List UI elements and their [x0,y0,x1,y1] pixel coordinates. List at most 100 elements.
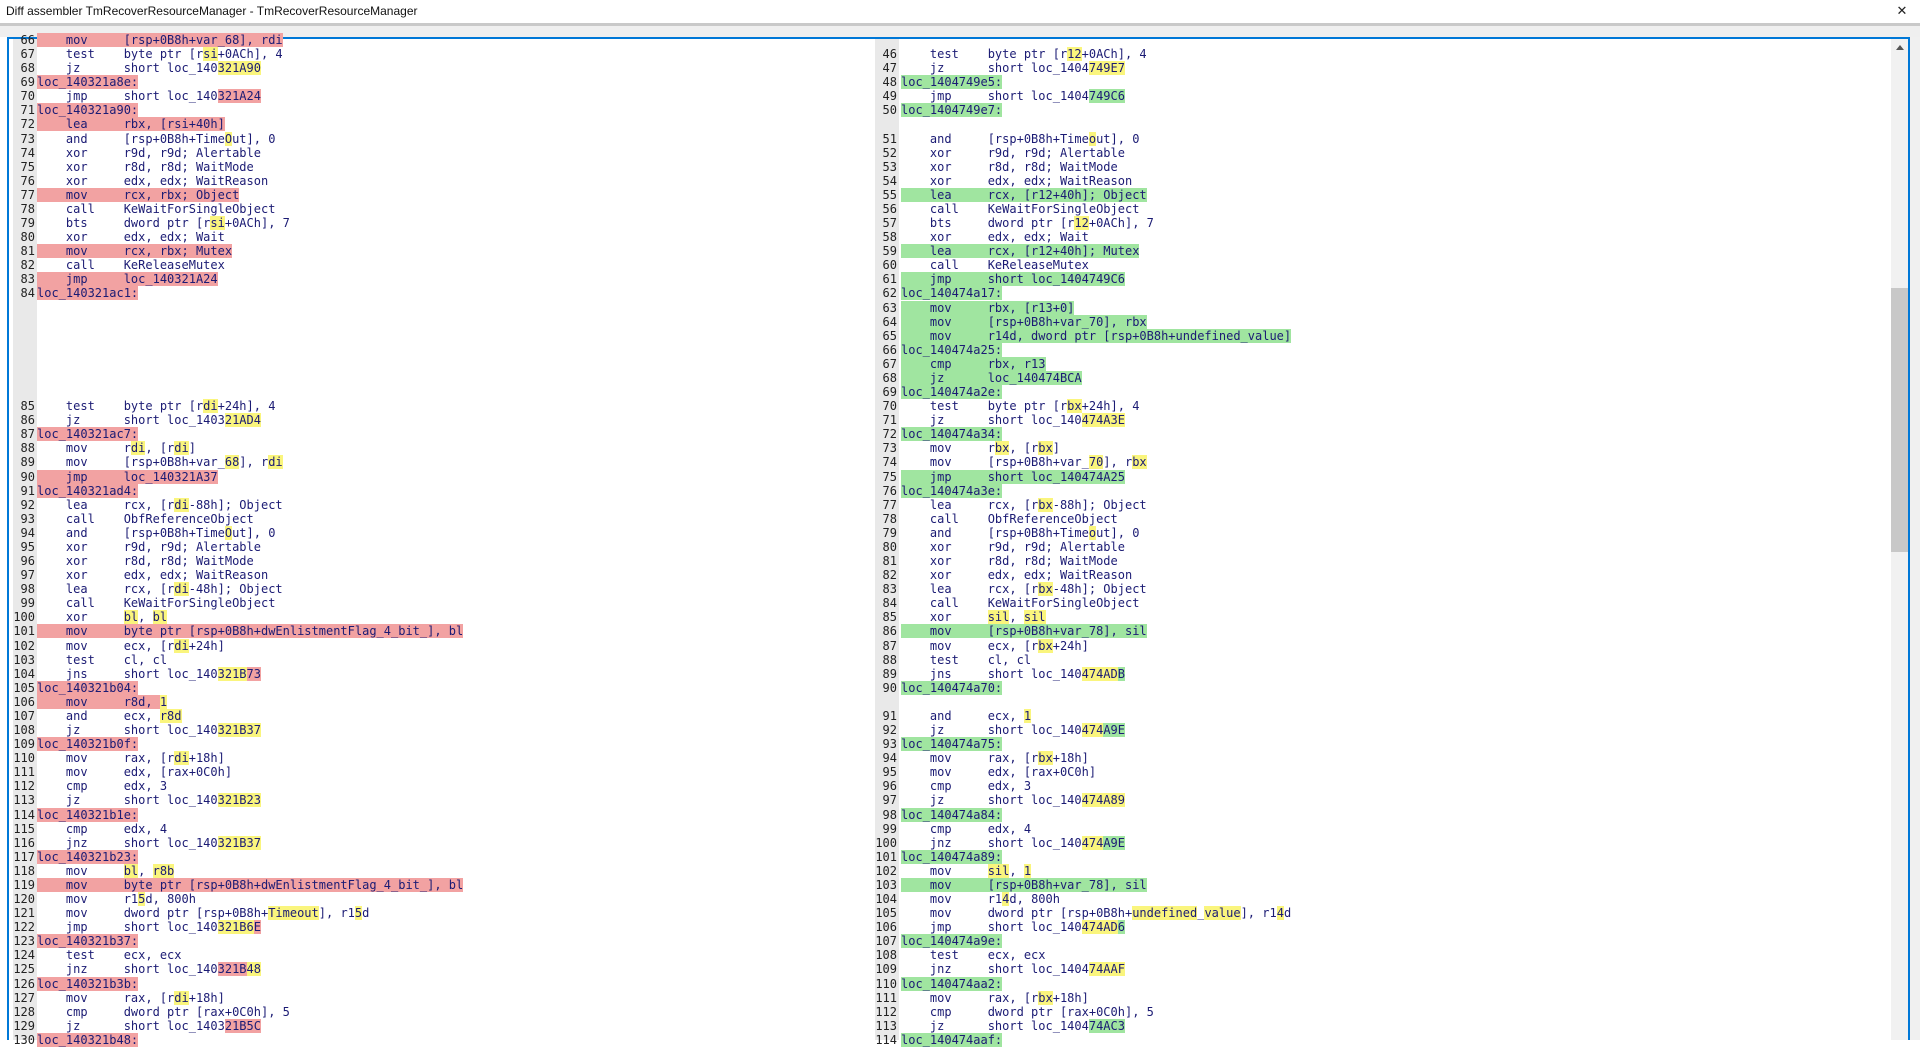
asm-line[interactable]: mov [rsp+0B8h+var_70], rbx [901,455,1147,469]
asm-line[interactable]: loc_140474a9e: [901,934,1002,948]
asm-line[interactable]: test byte ptr [rsi+0ACh], 4 [37,47,283,61]
asm-line[interactable]: loc_140321b1e: [37,808,138,822]
asm-line[interactable]: mov rcx, rbx; Object [37,188,239,202]
asm-line[interactable]: loc_1404749e5: [901,75,1002,89]
asm-line[interactable]: xor r8d, r8d; WaitMode [37,554,254,568]
asm-line[interactable]: jz short loc_140321B5C [37,1019,261,1033]
asm-line[interactable]: jnz short loc_140474AAF [901,962,1125,976]
asm-line[interactable]: mov r15d, 800h [37,892,196,906]
asm-line[interactable]: mov edx, [rax+0C0h] [37,765,232,779]
asm-line[interactable]: jmp loc_140321A37 [37,470,218,484]
asm-line[interactable]: jmp short loc_140474AD6 [901,920,1125,934]
asm-line[interactable]: mov rbx, [r13+0] [901,301,1074,315]
asm-line[interactable]: loc_140321a90: [37,103,138,117]
asm-line[interactable]: and [rsp+0B8h+Timeout], 0 [901,132,1139,146]
asm-line[interactable]: mov rcx, rbx; Mutex [37,244,232,258]
vertical-scrollbar[interactable] [1891,39,1908,1040]
asm-line[interactable]: jz short loc_140474AC3 [901,1019,1125,1033]
asm-line[interactable]: mov rax, [rbx+18h] [901,991,1089,1005]
asm-line[interactable]: call KeWaitForSingleObject [901,202,1139,216]
asm-line[interactable]: jz short loc_1404749E7 [901,61,1125,75]
asm-line[interactable]: xor sil, sil [901,610,1046,624]
asm-line[interactable]: mov [rsp+0B8h+var_68], rdi [37,33,283,47]
asm-line[interactable]: mov r8d, 1 [37,695,167,709]
asm-line[interactable]: mov [rsp+0B8h+var_78], sil [901,624,1147,638]
asm-line[interactable]: mov ecx, [rbx+24h] [901,639,1089,653]
asm-line[interactable]: jmp loc_140321A24 [37,272,218,286]
asm-line[interactable]: loc_140321b37: [37,934,138,948]
asm-line[interactable]: mov r14d, 800h [901,892,1060,906]
asm-line[interactable]: call ObfReferenceObject [901,512,1118,526]
asm-line[interactable]: test cl, cl [37,653,167,667]
asm-line[interactable]: jnz short loc_140321B37 [37,836,261,850]
asm-line[interactable]: test byte ptr [rbx+24h], 4 [901,399,1139,413]
asm-line[interactable]: xor r9d, r9d; Alertable [901,146,1125,160]
asm-line[interactable]: jz short loc_140321A90 [37,61,261,75]
asm-line[interactable]: loc_140474a84: [901,808,1002,822]
asm-line[interactable]: test ecx, ecx [901,948,1046,962]
asm-line[interactable]: xor edx, edx; WaitReason [901,174,1132,188]
asm-line[interactable]: xor edx, edx; Wait [901,230,1089,244]
asm-line[interactable]: jz short loc_140474A3E [901,413,1125,427]
asm-line[interactable]: and ecx, 1 [901,709,1031,723]
asm-line[interactable]: loc_140321a8e: [37,75,138,89]
asm-line[interactable]: jnz short loc_140474A9E [901,836,1125,850]
asm-line[interactable]: loc_140474aa2: [901,977,1002,991]
scrollbar-thumb[interactable] [1891,288,1908,552]
asm-line[interactable]: loc_140474a2e: [901,385,1002,399]
asm-line[interactable]: jmp short loc_1404749C6 [901,89,1125,103]
asm-line[interactable]: jmp short loc_140321A24 [37,89,261,103]
asm-line[interactable]: bts dword ptr [rsi+0ACh], 7 [37,216,290,230]
asm-line[interactable]: cmp dword ptr [rax+0C0h], 5 [37,1005,290,1019]
asm-line[interactable]: loc_140321b04: [37,681,138,695]
asm-line[interactable]: mov dword ptr [rsp+0B8h+Timeout], r15d [37,906,369,920]
asm-line[interactable]: loc_140321b0f: [37,737,138,751]
asm-line[interactable]: xor r8d, r8d; WaitMode [901,554,1118,568]
asm-line[interactable]: lea rcx, [r12+40h]; Object [901,188,1147,202]
asm-line[interactable]: lea rcx, [rbx-88h]; Object [901,498,1147,512]
asm-line[interactable]: xor r9d, r9d; Alertable [901,540,1125,554]
asm-line[interactable]: xor edx, edx; WaitReason [37,174,268,188]
asm-line[interactable]: mov rbx, [rbx] [901,441,1060,455]
asm-line[interactable]: cmp edx, 3 [901,779,1031,793]
asm-line[interactable]: lea rcx, [rbx-48h]; Object [901,582,1147,596]
asm-line[interactable]: loc_1404749e7: [901,103,1002,117]
asm-line[interactable]: and ecx, r8d [37,709,182,723]
asm-line[interactable]: loc_140321ac1: [37,286,138,300]
asm-line[interactable]: loc_140474a25: [901,343,1002,357]
asm-line[interactable]: jmp short loc_140321B6E [37,920,261,934]
asm-line[interactable]: call KeReleaseMutex [901,258,1089,272]
asm-line[interactable]: and [rsp+0B8h+Timeout], 0 [901,526,1139,540]
asm-line[interactable]: jz short loc_140474A89 [901,793,1125,807]
asm-line[interactable]: lea rcx, [rdi-88h]; Object [37,498,283,512]
asm-line[interactable]: call KeWaitForSingleObject [901,596,1139,610]
asm-line[interactable]: loc_140321b23: [37,850,138,864]
asm-line[interactable]: lea rbx, [rsi+40h] [37,117,225,131]
asm-line[interactable]: mov byte ptr [rsp+0B8h+dwEnlistmentFlag_… [37,878,463,892]
asm-line[interactable]: jz loc_140474BCA [901,371,1082,385]
asm-line[interactable]: mov rax, [rdi+18h] [37,751,225,765]
asm-line[interactable]: mov byte ptr [rsp+0B8h+dwEnlistmentFlag_… [37,624,463,638]
asm-line[interactable]: loc_140321b3b: [37,977,138,991]
asm-line[interactable]: xor bl, bl [37,610,167,624]
asm-line[interactable]: jz short loc_140321AD4 [37,413,261,427]
asm-line[interactable]: cmp edx, 4 [37,822,167,836]
asm-line[interactable]: cmp dword ptr [rax+0C0h], 5 [901,1005,1154,1019]
asm-line[interactable]: mov rax, [rdi+18h] [37,991,225,1005]
asm-line[interactable]: loc_140321ad4: [37,484,138,498]
asm-line[interactable]: mov ecx, [rdi+24h] [37,639,225,653]
asm-line[interactable]: jns short loc_140474ADB [901,667,1125,681]
asm-line[interactable]: xor edx, edx; WaitReason [901,568,1132,582]
asm-line[interactable]: mov [rsp+0B8h+var_70], rbx [901,315,1147,329]
asm-line[interactable]: loc_140474a17: [901,286,1002,300]
asm-line[interactable]: cmp edx, 4 [901,822,1031,836]
asm-line[interactable]: loc_140474a3e: [901,484,1002,498]
asm-line[interactable]: lea rcx, [rdi-48h]; Object [37,582,283,596]
scroll-up-button[interactable] [1891,39,1908,56]
asm-line[interactable]: mov sil, 1 [901,864,1031,878]
asm-line[interactable]: jz short loc_140321B37 [37,723,261,737]
asm-line[interactable]: cmp rbx, r13 [901,357,1046,371]
asm-line[interactable]: call ObfReferenceObject [37,512,254,526]
asm-line[interactable]: test byte ptr [rdi+24h], 4 [37,399,275,413]
asm-line[interactable]: mov [rsp+0B8h+var_68], rdi [37,455,283,469]
